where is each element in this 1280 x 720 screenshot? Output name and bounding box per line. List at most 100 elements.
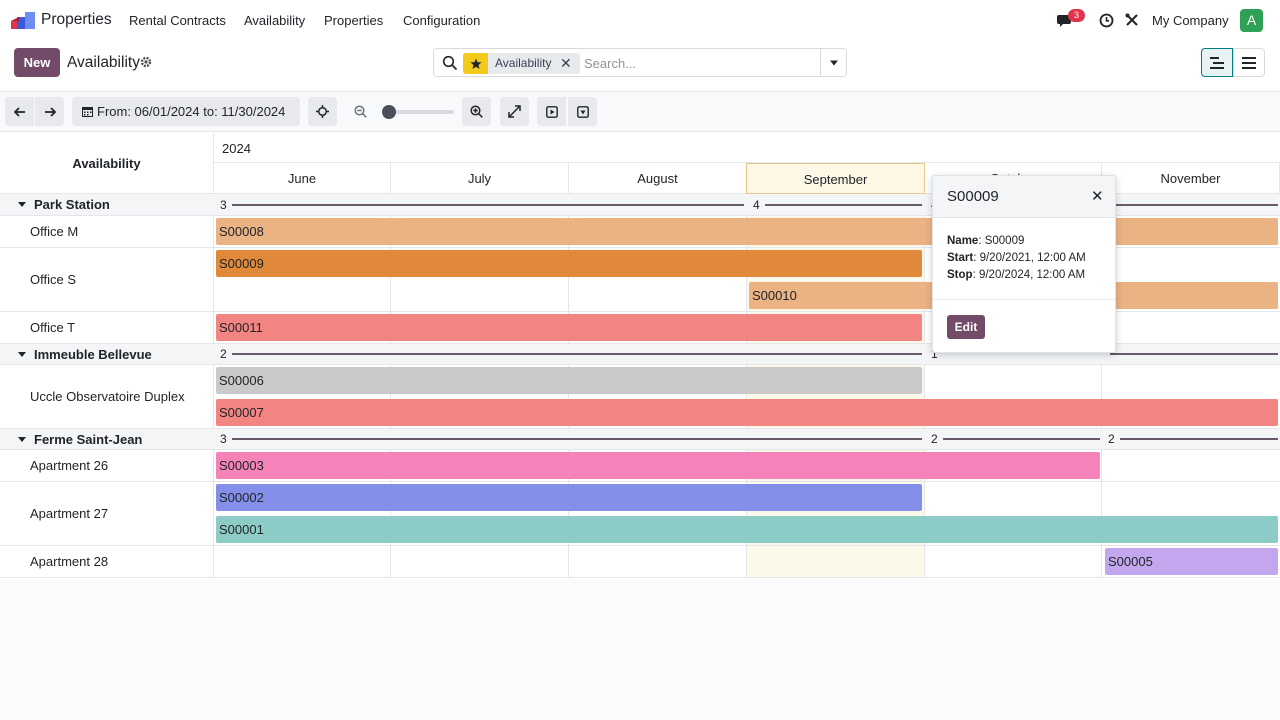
month-september: September bbox=[746, 163, 925, 194]
group-count: 2 bbox=[1108, 432, 1115, 446]
year-label: 2024 bbox=[222, 141, 251, 156]
company-switcher[interactable]: My Company bbox=[1152, 13, 1229, 28]
crosshair-icon bbox=[316, 105, 329, 118]
count-line bbox=[765, 204, 922, 206]
zoom-in-button[interactable] bbox=[462, 97, 491, 126]
new-button[interactable]: New bbox=[14, 48, 60, 77]
group-header-park-station[interactable]: Park Station bbox=[0, 194, 213, 216]
search-icon[interactable] bbox=[442, 55, 458, 71]
focus-today-button[interactable] bbox=[308, 97, 337, 126]
search-bar: Availability ✕ bbox=[433, 48, 847, 77]
edit-button[interactable]: Edit bbox=[947, 315, 985, 339]
month-july: July bbox=[391, 163, 569, 194]
divider bbox=[933, 299, 1115, 300]
app-name[interactable]: Properties bbox=[41, 11, 112, 29]
gantt-view-icon bbox=[1210, 56, 1224, 69]
zoom-in-icon bbox=[470, 105, 483, 118]
popover-name-value: S00009 bbox=[984, 235, 1025, 247]
date-range-button[interactable]: From: 06/01/2024 to: 11/30/2024 bbox=[72, 97, 300, 126]
popover-start-line: Start: 9/20/2021, 12:00 AM bbox=[947, 252, 1086, 264]
properties-app-icon[interactable] bbox=[11, 12, 35, 29]
pill-s00005[interactable]: S00005 bbox=[1105, 548, 1278, 575]
zoom-out-icon bbox=[354, 105, 367, 118]
count-line bbox=[232, 204, 744, 206]
popover-start-value: 9/20/2021, 12:00 AM bbox=[979, 252, 1086, 264]
grid-line bbox=[213, 194, 214, 578]
gantt-toolbar: From: 06/01/2024 to: 11/30/2024 bbox=[0, 92, 1280, 132]
group-count: 2 bbox=[220, 347, 227, 361]
pill-popover: S00009 ✕ Name: S00009 Start: 9/20/2021, … bbox=[932, 175, 1116, 353]
count-line bbox=[1110, 204, 1278, 206]
count-line bbox=[1110, 353, 1278, 355]
expand-button[interactable] bbox=[500, 97, 529, 126]
gantt-row-header-title: Availability bbox=[0, 133, 213, 194]
pill-s00009[interactable]: S00009 bbox=[216, 250, 922, 277]
previous-period-button[interactable] bbox=[5, 97, 34, 126]
search-input[interactable] bbox=[584, 53, 814, 73]
page-title: Availability bbox=[67, 54, 140, 71]
empty-area bbox=[0, 579, 1280, 720]
row-divider bbox=[0, 577, 1280, 578]
calendar-icon bbox=[82, 107, 93, 117]
popover-header: S00009 ✕ bbox=[933, 176, 1115, 218]
row-office-t: Office T bbox=[0, 312, 213, 344]
top-navbar: Properties Rental Contracts Availability… bbox=[0, 0, 1280, 40]
pill-s00011[interactable]: S00011 bbox=[216, 314, 922, 341]
star-icon bbox=[463, 53, 488, 74]
expand-rows-button[interactable] bbox=[537, 97, 566, 126]
facet-label: Availability bbox=[495, 56, 552, 70]
pill-s00002[interactable]: S00002 bbox=[216, 484, 922, 511]
caret-down-icon bbox=[18, 202, 26, 207]
year-header: 2024 bbox=[213, 133, 1280, 163]
group-header-immeuble-bellevue[interactable]: Immeuble Bellevue bbox=[0, 344, 213, 365]
count-line bbox=[232, 353, 922, 355]
collapse-rows-button[interactable] bbox=[568, 97, 597, 126]
menu-configuration[interactable]: Configuration bbox=[403, 13, 480, 28]
month-november: November bbox=[1102, 163, 1280, 194]
pill-s00007[interactable]: S00007 bbox=[216, 399, 1278, 426]
count-line bbox=[232, 438, 922, 440]
row-office-m: Office M bbox=[0, 216, 213, 248]
activity-clock-icon[interactable] bbox=[1097, 11, 1115, 29]
caret-down-icon bbox=[18, 352, 26, 357]
popover-stop-label: Stop bbox=[947, 269, 973, 281]
gantt-view-button[interactable] bbox=[1201, 48, 1233, 77]
caret-down-icon bbox=[829, 60, 838, 65]
count-line bbox=[943, 438, 1100, 440]
row-apartment-28: Apartment 28 bbox=[0, 546, 213, 578]
menu-availability[interactable]: Availability bbox=[244, 13, 305, 28]
popover-name-label: Name bbox=[947, 235, 979, 247]
pill-s00008[interactable]: S00008 bbox=[216, 218, 1278, 245]
row-apartment-27: Apartment 27 bbox=[0, 482, 213, 546]
popover-name-line: Name: S00009 bbox=[947, 235, 1025, 247]
zoom-out-button[interactable] bbox=[346, 97, 375, 126]
menu-properties[interactable]: Properties bbox=[324, 13, 383, 28]
group-header-ferme-saint-jean[interactable]: Ferme Saint-Jean bbox=[0, 429, 213, 450]
group-count: 3 bbox=[220, 198, 227, 212]
facet-close-icon[interactable]: ✕ bbox=[560, 55, 572, 72]
gear-icon[interactable] bbox=[140, 56, 152, 68]
pill-s00003[interactable]: S00003 bbox=[216, 452, 1100, 479]
messages-count-badge: 3 bbox=[1068, 9, 1085, 22]
zoom-slider-thumb[interactable] bbox=[382, 105, 396, 119]
expand-icon bbox=[508, 105, 521, 118]
search-options-toggle[interactable] bbox=[820, 49, 846, 76]
user-avatar[interactable]: A bbox=[1240, 9, 1263, 32]
list-view-icon bbox=[1242, 56, 1256, 69]
pill-s00001[interactable]: S00001 bbox=[216, 516, 1278, 543]
row-uccle-observatoire-duplex: Uccle Observatoire Duplex bbox=[0, 365, 213, 429]
group-name: Ferme Saint-Jean bbox=[34, 432, 143, 447]
arrow-right-icon bbox=[44, 106, 56, 117]
expand-rows-icon bbox=[545, 105, 558, 118]
tools-icon[interactable] bbox=[1123, 11, 1141, 29]
list-view-button[interactable] bbox=[1233, 48, 1265, 77]
menu-rental-contracts[interactable]: Rental Contracts bbox=[129, 13, 226, 28]
close-icon[interactable]: ✕ bbox=[1091, 187, 1104, 205]
month-august: August bbox=[569, 163, 747, 194]
group-count: 2 bbox=[931, 432, 938, 446]
pill-s00006[interactable]: S00006 bbox=[216, 367, 922, 394]
next-period-button[interactable] bbox=[35, 97, 64, 126]
row-office-s: Office S bbox=[0, 248, 213, 312]
popover-stop-value: 9/20/2024, 12:00 AM bbox=[978, 269, 1086, 281]
search-facet: Availability ✕ bbox=[463, 53, 580, 74]
